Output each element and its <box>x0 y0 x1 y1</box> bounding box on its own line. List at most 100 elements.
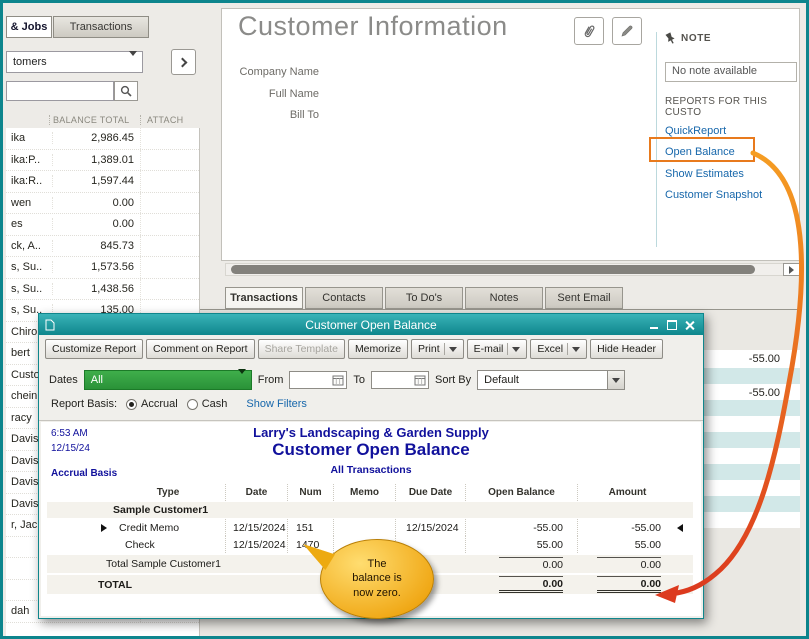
pencil-icon <box>621 25 633 37</box>
memorize-button[interactable]: Memorize <box>347 339 409 359</box>
customize-report-button[interactable]: Customize Report <box>45 339 144 359</box>
customer-balance: 0.00 <box>52 218 140 231</box>
minimize-icon[interactable] <box>649 320 659 330</box>
customer-row[interactable]: ika:P.. 1,389.01 <box>6 149 199 171</box>
to-label: To <box>353 374 366 386</box>
tab-contacts[interactable]: Contacts <box>305 287 383 309</box>
dates-dropdown[interactable]: All <box>83 369 252 390</box>
quickreport-link[interactable]: QuickReport <box>665 125 726 137</box>
customer-name: s, Su.. <box>11 261 43 274</box>
customer-row[interactable]: ck, A.. 845.73 <box>6 235 199 257</box>
customer-snapshot-link[interactable]: Customer Snapshot <box>665 189 762 201</box>
button-label: Print <box>418 343 440 355</box>
search-button[interactable] <box>114 81 138 101</box>
customer-information-panel: Customer Information Company Name Full N… <box>221 8 800 261</box>
page-title: Customer Information <box>238 11 508 41</box>
to-date-input[interactable] <box>371 371 430 389</box>
callout-text-line1: The <box>367 558 387 570</box>
col-open-balance: Open Balance <box>465 484 577 501</box>
comment-on-report-button[interactable]: Comment on Report <box>146 339 255 359</box>
scroll-right-button[interactable] <box>783 263 800 276</box>
button-label: E-mail <box>473 343 504 355</box>
excel-button[interactable]: Excel <box>530 339 588 359</box>
email-button[interactable]: E-mail <box>466 339 528 359</box>
show-filters-link[interactable]: Show Filters <box>246 398 307 410</box>
tab-transactions[interactable]: Transactions <box>225 287 303 309</box>
maximize-icon[interactable] <box>667 319 677 330</box>
tab-todos[interactable]: To Do's <box>385 287 463 309</box>
tab-sent-email[interactable]: Sent Email <box>545 287 623 309</box>
group-header-row: Sample Customer1 <box>47 502 693 518</box>
customer-row[interactable]: es 0.00 <box>6 214 199 236</box>
chevron-down-icon <box>237 369 246 386</box>
hide-header-button[interactable]: Hide Header <box>590 339 664 359</box>
callout-text-line2: balance is <box>352 572 402 585</box>
calendar-icon <box>332 375 344 386</box>
attach-column-header: ATTACH <box>140 114 196 125</box>
customer-row[interactable]: wen 0.00 <box>6 192 199 214</box>
customer-balance: 1,389.01 <box>52 153 140 166</box>
customer-row[interactable]: ika 2,986.45 <box>6 128 199 150</box>
from-label: From <box>257 374 284 386</box>
report-title: Customer Open Balance <box>272 440 470 459</box>
chevron-down-icon <box>607 371 625 389</box>
tab-customers-jobs[interactable]: & Jobs <box>6 16 52 38</box>
edit-customer-button[interactable] <box>612 17 642 45</box>
customer-name: ika <box>11 132 26 145</box>
chevron-right-icon <box>177 57 188 67</box>
row-marker-right-icon <box>101 523 107 532</box>
attach-file-button[interactable] <box>574 17 604 45</box>
table-row[interactable]: Credit Memo 12/15/2024 151 12/15/2024 -5… <box>47 519 693 536</box>
customer-search-input[interactable] <box>6 81 114 101</box>
customer-balance: 1,597.44 <box>52 175 140 188</box>
customer-row[interactable]: ika:R.. 1,597.44 <box>6 171 199 193</box>
customer-balance: 0.00 <box>52 196 140 209</box>
company-name: Larry's Landscaping & Garden Supply <box>253 425 489 440</box>
customer-list-header: BALANCE TOTAL ATTACH <box>6 112 200 127</box>
cell-open-balance: 55.00 <box>465 536 577 553</box>
callout-text-line3: now zero. <box>353 586 401 599</box>
cell-amount: 55.00 <box>577 536 677 553</box>
cell-type: Check <box>125 538 155 551</box>
show-estimates-link[interactable]: Show Estimates <box>665 168 744 180</box>
chevron-down-icon <box>512 346 521 352</box>
customer-view-dropdown[interactable]: tomers <box>6 51 143 73</box>
report-basis-label: Report Basis: <box>51 398 118 410</box>
window-title: Customer Open Balance <box>305 317 437 332</box>
radio-accrual[interactable]: Accrual <box>126 398 178 410</box>
group-total-amount: 0.00 <box>597 557 661 571</box>
from-date-input[interactable] <box>289 371 348 389</box>
bill-to-label: Bill To <box>289 109 319 121</box>
divider <box>39 420 703 421</box>
screenshot-root: & Jobs Transactions tomers BALANCE TOTAL… <box>0 0 809 639</box>
customer-row[interactable]: s, Su.. 1,573.56 <box>6 257 199 279</box>
radio-cash[interactable]: Cash <box>186 398 227 410</box>
share-template-button: Share Template <box>257 339 345 359</box>
report-range: All Transactions <box>330 464 412 476</box>
grand-total-open-balance: 0.00 <box>499 576 563 593</box>
sort-by-dropdown[interactable]: Default <box>477 370 626 390</box>
open-balance-cell: -55.00 <box>748 353 780 365</box>
expand-list-button[interactable] <box>171 49 196 75</box>
sort-by-value: Default <box>484 374 519 386</box>
pushpin-icon <box>665 32 675 44</box>
button-label: Share Template <box>264 343 338 355</box>
cell-num: 151 <box>287 519 333 536</box>
print-button[interactable]: Print <box>411 339 464 359</box>
close-icon[interactable] <box>685 320 695 330</box>
col-type: Type <box>156 487 180 498</box>
grand-total-amount: 0.00 <box>597 576 661 593</box>
tab-notes[interactable]: Notes <box>465 287 543 309</box>
cell-memo <box>333 519 395 536</box>
window-titlebar[interactable]: Customer Open Balance <box>39 314 703 335</box>
open-balance-highlight <box>649 137 755 162</box>
sort-by-label: Sort By <box>435 374 472 386</box>
customer-name: ika:R.. <box>11 175 43 188</box>
note-value[interactable]: No note available <box>665 62 797 82</box>
tab-transactions-top[interactable]: Transactions <box>53 16 149 38</box>
customer-row[interactable]: s, Su.. 1,438.56 <box>6 278 199 300</box>
horizontal-scrollbar-thumb[interactable] <box>231 265 755 274</box>
reports-section-header: REPORTS FOR THIS CUSTO <box>665 96 768 118</box>
col-num: Num <box>287 484 333 501</box>
cell-type: Credit Memo <box>119 521 180 534</box>
